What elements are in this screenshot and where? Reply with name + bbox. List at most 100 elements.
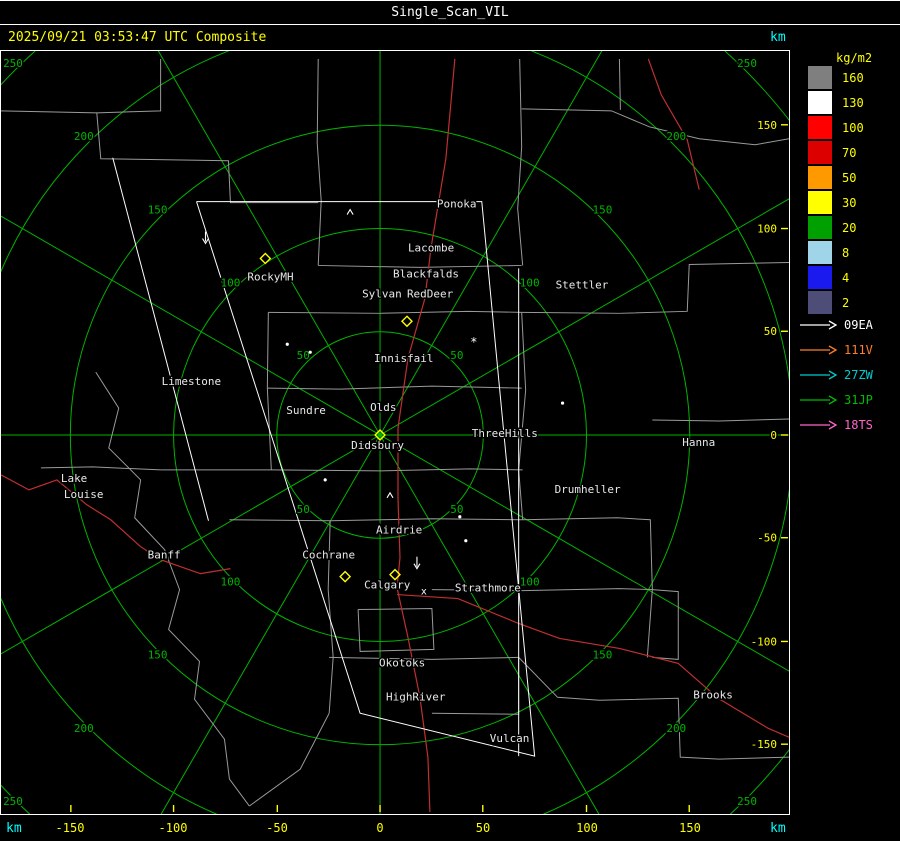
bottom-axis-tick-label: 50: [475, 821, 491, 835]
caret-marker: [346, 208, 354, 215]
highway-line: [647, 58, 700, 190]
radar-display[interactable]: 50 100 150 200 250 50 100 150 200 250 50 100 150 200 2…: [0, 50, 790, 815]
map-boundary-line: [160, 468, 523, 472]
city-label: Brooks: [693, 688, 733, 701]
color-scale-swatch: [808, 141, 832, 164]
map-boundary-line: [517, 58, 524, 266]
radar-canvas[interactable]: 50 100 150 200 250 50 100 150 200 250 50 100 150 200 2…: [1, 51, 789, 814]
color-scale-value: 4: [842, 270, 850, 285]
color-scale-swatch: [808, 91, 832, 114]
map-boundary-line: [249, 713, 330, 807]
range-label: 200: [74, 130, 94, 143]
range-label: 150: [148, 204, 168, 217]
color-scale-swatch: [808, 216, 832, 239]
city-label: Limestone: [162, 375, 221, 388]
legend-panel: kg/m2 160 130 100 70 50 30 20 8 4 2 09EA 111V 27ZW 3…: [792, 50, 900, 815]
color-scale-value: 50: [842, 170, 857, 185]
storm-track-id: 31JP: [844, 392, 873, 407]
city-label: RedDeer: [407, 287, 454, 300]
right-axis-tick-label: 0: [770, 429, 777, 442]
city-label: Vulcan: [490, 732, 530, 745]
storm-track-arrow-icon: [800, 319, 838, 330]
city-label: Drumheller: [555, 483, 621, 496]
color-scale-value: 20: [842, 220, 857, 235]
color-scale-swatch: [808, 116, 832, 139]
storm-track-row: 31JP: [798, 387, 873, 412]
city-label: Calgary: [364, 579, 411, 592]
range-label: 150: [148, 648, 168, 661]
range-label: 50: [297, 503, 310, 516]
map-boundary-line: [40, 466, 161, 471]
map-boundary-line: [266, 312, 272, 470]
color-scale-row: 8: [808, 240, 864, 265]
city-label: Airdrie: [376, 524, 422, 537]
highway-line: [396, 593, 789, 738]
right-axis-tick-label: -150: [751, 738, 777, 751]
city-label: Sundre: [286, 404, 326, 417]
city-label: Olds: [370, 401, 396, 414]
point-marker: [464, 539, 468, 543]
right-axis-unit-label: km: [770, 30, 786, 45]
map-boundary-line: [518, 312, 527, 520]
city-label: HighRiver: [386, 690, 446, 703]
color-scale-swatch: [808, 191, 832, 214]
range-label: 100: [221, 276, 241, 289]
city-label: Hanna: [682, 436, 715, 449]
range-label: 50: [450, 503, 463, 516]
storm-track-id: 111V: [844, 342, 873, 357]
city-label: Lacombe: [408, 241, 454, 254]
asterisk-marker: *: [470, 335, 477, 349]
point-marker: [323, 478, 327, 482]
station-diamond-marker: [259, 252, 272, 265]
title-bar: Single_Scan_VIL: [0, 0, 900, 25]
bottom-axis-tick-label: -100: [158, 821, 188, 835]
color-scale-unit-label: kg/m2: [836, 51, 873, 65]
map-boundary-line: [229, 518, 523, 522]
color-scale-value: 70: [842, 145, 857, 160]
station-diamond-marker: [339, 570, 352, 583]
right-axis-tick-label: -50: [757, 532, 777, 545]
bottom-axis: km km -150 -100 -50 0 50 100 150: [0, 816, 900, 841]
color-scale-swatch: [808, 66, 832, 89]
point-marker: [458, 515, 462, 519]
range-label: 200: [74, 722, 94, 735]
storm-track-arrow-icon: [800, 344, 838, 355]
bottom-axis-unit-left: km: [6, 821, 22, 836]
range-label: 150: [593, 648, 613, 661]
right-axis-tick-label: 50: [764, 325, 777, 338]
range-label: 250: [3, 57, 23, 70]
range-label: 100: [520, 576, 540, 589]
color-scale-row: 70: [808, 140, 864, 165]
range-label: 50: [297, 349, 310, 362]
map-boundary-line: [95, 371, 250, 807]
map-boundary-line: [431, 657, 520, 715]
color-scale-swatch: [808, 266, 832, 289]
storm-track-row: 111V: [798, 337, 873, 362]
range-label: 150: [593, 204, 613, 217]
radar-application-window: Single_Scan_VIL 2025/09/21 03:53:47 UTC …: [0, 0, 900, 841]
map-boundary-line: [618, 58, 621, 110]
color-scale-row: 160: [808, 65, 864, 90]
right-axis-tick-label: 100: [757, 223, 777, 236]
color-scale-value: 130: [842, 95, 864, 110]
right-axis-tick-label: 150: [757, 119, 777, 132]
bottom-axis-tick-label: -150: [55, 821, 85, 835]
range-label: 250: [737, 57, 757, 70]
map-boundary-line: [522, 517, 653, 658]
station-diamond-marker: [400, 315, 413, 328]
color-scale-value: 2: [842, 295, 850, 310]
bottom-axis-tick-label: 0: [376, 821, 384, 835]
city-label: Blackfalds: [393, 267, 459, 280]
map-boundary-line: [316, 58, 322, 266]
color-scale-row: 100: [808, 115, 864, 140]
storm-track-arrow-icon: [800, 419, 838, 430]
color-scale-value: 160: [842, 70, 864, 85]
map-boundary-line: [652, 418, 789, 422]
storm-track-arrow-icon: [800, 369, 838, 380]
city-label: Sylvan: [362, 287, 402, 300]
range-label: 100: [520, 276, 540, 289]
city-label: Banff: [148, 549, 181, 562]
range-label: 200: [666, 130, 686, 143]
range-label: 200: [666, 722, 686, 735]
bottom-axis-unit-right: km: [770, 821, 786, 836]
